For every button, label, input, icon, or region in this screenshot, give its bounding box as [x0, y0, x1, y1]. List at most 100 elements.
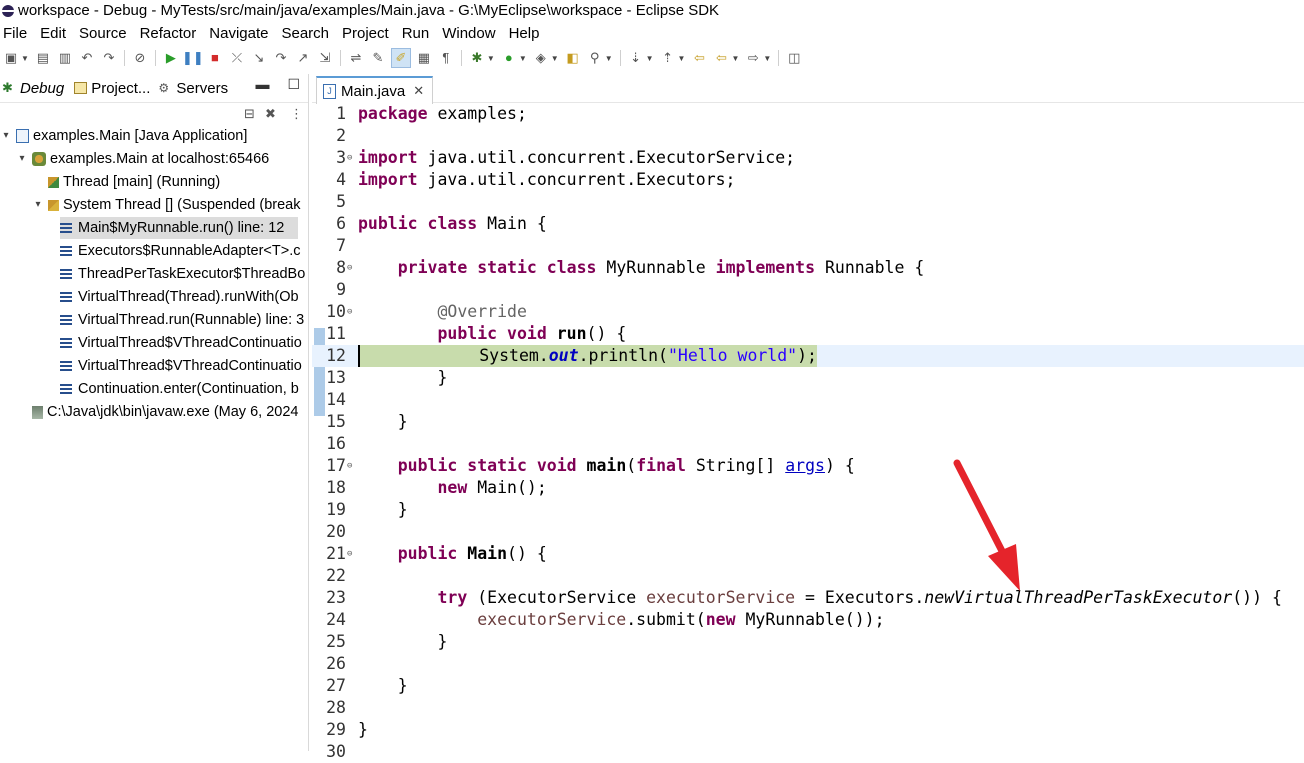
expand-toggle-icon[interactable]: ▾ [0, 125, 12, 147]
last-edit-icon[interactable]: ⇦ [690, 49, 708, 67]
tab-debug[interactable]: ✱ Debug [0, 74, 70, 102]
code-line[interactable]: 8 ⊖ private static class MyRunnable imple… [312, 257, 1304, 279]
skip-breakpoints-icon[interactable]: ⊘ [131, 49, 149, 67]
close-icon[interactable]: ✕ [413, 83, 424, 99]
code-line[interactable]: 16 [312, 433, 1304, 455]
step-over-icon[interactable]: ↷ [272, 49, 290, 67]
code-line[interactable]: 29} [312, 719, 1304, 741]
tab-servers[interactable]: ⚙ Servers [156, 74, 234, 102]
view-menu-icon[interactable]: ⋮ [290, 106, 303, 122]
prev-annotation-icon[interactable]: ⇡ [659, 49, 677, 67]
menu-search[interactable]: Search [278, 25, 335, 42]
dropdown-arrow-icon[interactable]: ▼ [605, 54, 613, 63]
collapse-all-icon[interactable]: ⊟ [244, 106, 255, 122]
dropdown-arrow-icon[interactable]: ▼ [487, 54, 495, 63]
disconnect-icon[interactable]: ⤫ [228, 49, 246, 67]
stack-frame-item[interactable]: VirtualThread(Thread).runWith(Ob [60, 286, 299, 308]
debug-tree-item[interactable]: Thread [main] (Running) [32, 171, 220, 193]
code-line[interactable]: 27 } [312, 675, 1304, 697]
fold-toggle-icon[interactable]: ⊖ [347, 301, 352, 323]
dropdown-arrow-icon[interactable]: ▼ [519, 54, 527, 63]
redo-icon[interactable]: ↷ [100, 49, 118, 67]
menu-refactor[interactable]: Refactor [137, 25, 203, 42]
fold-toggle-icon[interactable]: ⊖ [347, 455, 352, 477]
tab-main-java[interactable]: J Main.java ✕ [316, 76, 434, 104]
dropdown-arrow-icon[interactable]: ▼ [731, 54, 739, 63]
code-line[interactable]: 13 } [312, 367, 1304, 389]
debug-tree-item[interactable]: ▾ System Thread [] (Suspended (break [32, 194, 300, 216]
code-line[interactable]: 28 [312, 697, 1304, 719]
code-line[interactable]: 18 new Main(); [312, 477, 1304, 499]
debug-tree-item[interactable]: ▾ examples.Main [Java Application] [0, 125, 247, 147]
show-whitespace-icon[interactable]: ¶ [437, 49, 455, 67]
remove-terminated-icon[interactable]: ✖ [265, 106, 276, 122]
open-perspective-icon[interactable]: ◫ [785, 49, 803, 67]
dropdown-arrow-icon[interactable]: ▼ [551, 54, 559, 63]
code-line[interactable]: 24 executorService.submit(new MyRunnable… [312, 609, 1304, 631]
menu-run[interactable]: Run [399, 25, 436, 42]
terminate-icon[interactable]: ■ [206, 49, 224, 67]
stack-frame-item[interactable]: Main$MyRunnable.run() line: 12 [60, 217, 299, 239]
code-line[interactable]: 21 ⊖ public Main() { [312, 543, 1304, 565]
code-line[interactable]: 17 ⊖ public static void main(final String… [312, 455, 1304, 477]
undo-icon[interactable]: ↶ [78, 49, 96, 67]
minimize-icon[interactable]: ▬ [256, 76, 270, 92]
search-icon[interactable]: ⚲ [586, 49, 604, 67]
toggle-highlight-icon[interactable]: ✐ [390, 48, 411, 68]
code-line[interactable]: 3 ⊖ import java.util.concurrent.ExecutorSe… [312, 147, 1304, 169]
code-line[interactable]: 30 [312, 741, 1304, 763]
code-line[interactable]: 12 System.out.println("Hello world"); [312, 345, 1304, 367]
dropdown-arrow-icon[interactable]: ▼ [763, 54, 771, 63]
suspend-icon[interactable]: ❚❚ [182, 49, 204, 67]
save-all-icon[interactable]: ▥ [56, 49, 74, 67]
code-line[interactable]: 11 public void run() { [312, 323, 1304, 345]
menu-project[interactable]: Project [339, 25, 395, 42]
menu-source[interactable]: Source [76, 25, 133, 42]
dropdown-arrow-icon[interactable]: ▼ [21, 54, 29, 63]
code-line[interactable]: 1 package examples; [312, 103, 1304, 125]
fold-toggle-icon[interactable]: ⊖ [347, 543, 352, 565]
code-line[interactable]: 2 [312, 125, 1304, 147]
dropdown-arrow-icon[interactable]: ▼ [646, 54, 654, 63]
fold-toggle-icon[interactable]: ⊖ [347, 257, 352, 279]
fold-toggle-icon[interactable]: ⊖ [347, 147, 352, 169]
menu-edit[interactable]: Edit [37, 25, 72, 42]
code-line[interactable]: 10 ⊖ @Override [312, 301, 1304, 323]
code-line[interactable]: 22 [312, 565, 1304, 587]
code-line[interactable]: 14 [312, 389, 1304, 411]
toggle-mark-occurrences-icon[interactable]: ✎ [369, 49, 387, 67]
step-into-icon[interactable]: ↘ [250, 49, 268, 67]
expand-toggle-icon[interactable]: ▾ [32, 194, 44, 216]
stack-frame-item[interactable]: VirtualThread$VThreadContinuatio [60, 355, 302, 377]
stack-frame-item[interactable]: Continuation.enter(Continuation, b [60, 378, 299, 400]
external-tools-icon[interactable]: ◈ [532, 49, 550, 67]
open-type-icon[interactable]: ◧ [564, 49, 582, 67]
menu-help[interactable]: Help [506, 25, 546, 42]
block-selection-icon[interactable]: ▦ [415, 49, 433, 67]
code-line[interactable]: 9 [312, 279, 1304, 301]
menu-window[interactable]: Window [439, 25, 501, 42]
code-line[interactable]: 7 [312, 235, 1304, 257]
expand-toggle-icon[interactable]: ▾ [16, 148, 28, 170]
code-line[interactable]: 20 [312, 521, 1304, 543]
code-line[interactable]: 25 } [312, 631, 1304, 653]
tab-project-explorer[interactable]: Project... [72, 74, 156, 102]
maximize-icon[interactable]: ☐ [287, 76, 300, 92]
menu-file[interactable]: File [0, 25, 33, 42]
code-line[interactable]: 4 import java.util.concurrent.Executors; [312, 169, 1304, 191]
menu-navigate[interactable]: Navigate [206, 25, 274, 42]
drop-to-frame-icon[interactable]: ⇲ [316, 49, 334, 67]
code-line[interactable]: 6 public class Main { [312, 213, 1304, 235]
stack-frame-item[interactable]: VirtualThread.run(Runnable) line: 3 [60, 309, 304, 331]
use-step-filters-icon[interactable]: ⇌ [347, 49, 365, 67]
new-icon[interactable]: ▣ [2, 49, 20, 67]
back-icon[interactable]: ⇦ [712, 49, 730, 67]
code-line[interactable]: 26 [312, 653, 1304, 675]
code-line[interactable]: 15 } [312, 411, 1304, 433]
save-icon[interactable]: ▤ [34, 49, 52, 67]
code-line[interactable]: 19 } [312, 499, 1304, 521]
next-annotation-icon[interactable]: ⇣ [627, 49, 645, 67]
debug-icon[interactable]: ✱ [468, 49, 486, 67]
code-line[interactable]: 5 [312, 191, 1304, 213]
code-line[interactable]: 23 try (ExecutorService executorService … [312, 587, 1304, 609]
